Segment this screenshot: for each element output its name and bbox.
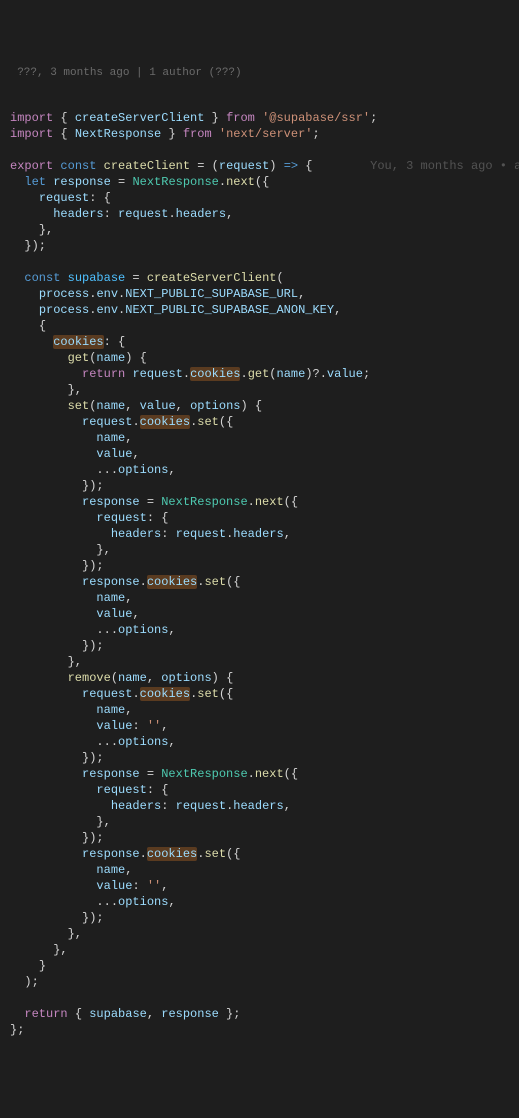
code-line: return request.cookies.get(name)?.value; xyxy=(10,367,370,381)
code-editor[interactable]: import { createServerClient } from '@sup… xyxy=(0,94,519,1038)
code-line: }); xyxy=(10,559,104,573)
code-line: set(name, value, options) { xyxy=(10,399,262,413)
code-line: value: '', xyxy=(10,879,168,893)
code-line: cookies: { xyxy=(10,335,125,349)
code-line: value, xyxy=(10,447,140,461)
code-line: process.env.NEXT_PUBLIC_SUPABASE_URL, xyxy=(10,287,305,301)
code-line: }, xyxy=(10,543,111,557)
code-line: }); xyxy=(10,239,46,253)
code-line: }, xyxy=(10,383,82,397)
code-line: import { NextResponse } from 'next/serve… xyxy=(10,127,320,141)
code-line: const supabase = createServerClient( xyxy=(10,271,284,285)
code-line: request.cookies.set({ xyxy=(10,687,233,701)
code-line: headers: request.headers, xyxy=(10,799,291,813)
code-line: response.cookies.set({ xyxy=(10,847,240,861)
code-line: }, xyxy=(10,943,68,957)
code-line: let response = NextResponse.next({ xyxy=(10,175,269,189)
code-line: import { createServerClient } from '@sup… xyxy=(10,111,377,125)
code-line: response.cookies.set({ xyxy=(10,575,240,589)
code-line: value, xyxy=(10,607,140,621)
code-line: { xyxy=(10,319,46,333)
blank-line xyxy=(10,143,17,157)
blank-line xyxy=(10,991,17,1005)
code-line: name, xyxy=(10,703,132,717)
code-line: export const createClient = (request) =>… xyxy=(10,159,519,173)
code-line: name, xyxy=(10,863,132,877)
code-line: ...options, xyxy=(10,735,176,749)
code-line: } xyxy=(10,959,46,973)
code-line: ...options, xyxy=(10,463,176,477)
code-line: }); xyxy=(10,751,104,765)
code-line: }, xyxy=(10,927,82,941)
code-line: response = NextResponse.next({ xyxy=(10,495,298,509)
code-line: }; xyxy=(10,1023,24,1037)
code-line: request: { xyxy=(10,783,168,797)
gitlens-top-annotation: ???, 3 months ago | 1 author (???) xyxy=(0,64,519,78)
code-line: }, xyxy=(10,655,82,669)
code-line: name, xyxy=(10,431,132,445)
code-line: ); xyxy=(10,975,39,989)
highlighted-token: cookies xyxy=(53,335,103,349)
code-line: }); xyxy=(10,479,104,493)
code-line: request: { xyxy=(10,191,111,205)
code-line: response = NextResponse.next({ xyxy=(10,767,298,781)
code-line: }, xyxy=(10,815,111,829)
code-line: name, xyxy=(10,591,132,605)
gitlens-inline-blame: You, 3 months ago • auth apis n xyxy=(370,159,519,173)
blank-line xyxy=(10,255,17,269)
code-line: request.cookies.set({ xyxy=(10,415,233,429)
code-line: ...options, xyxy=(10,623,176,637)
code-line: return { supabase, response }; xyxy=(10,1007,240,1021)
code-line: request: { xyxy=(10,511,168,525)
code-line: value: '', xyxy=(10,719,168,733)
code-line: }); xyxy=(10,639,104,653)
code-line: headers: request.headers, xyxy=(10,527,291,541)
code-line: ...options, xyxy=(10,895,176,909)
code-line: get(name) { xyxy=(10,351,147,365)
code-line: remove(name, options) { xyxy=(10,671,233,685)
code-line: headers: request.headers, xyxy=(10,207,233,221)
code-line: }, xyxy=(10,223,53,237)
code-line: }); xyxy=(10,831,104,845)
code-line: process.env.NEXT_PUBLIC_SUPABASE_ANON_KE… xyxy=(10,303,341,317)
code-line: }); xyxy=(10,911,104,925)
